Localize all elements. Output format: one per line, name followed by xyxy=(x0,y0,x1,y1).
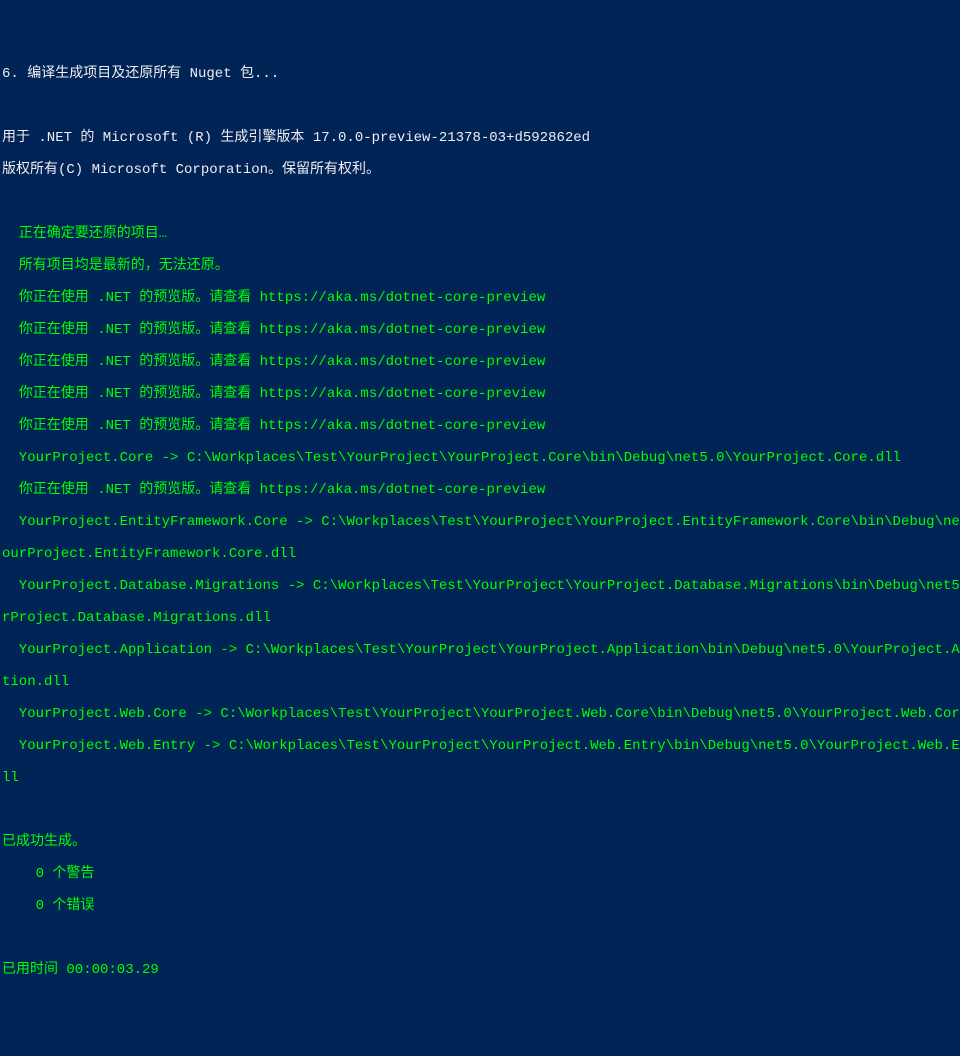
build-output-webentry-wrap: ll xyxy=(2,770,958,786)
build-errors-count: 0 个错误 xyxy=(2,898,958,914)
step-header: 6. 编译生成项目及还原所有 Nuget 包... xyxy=(2,66,958,82)
preview-warning: 你正在使用 .NET 的预览版。请查看 https://aka.ms/dotne… xyxy=(2,354,958,370)
build-output-core: YourProject.Core -> C:\Workplaces\Test\Y… xyxy=(2,450,958,466)
blank-line xyxy=(2,930,958,946)
elapsed-time: 已用时间 00:00:03.29 xyxy=(2,962,958,978)
preview-warning: 你正在使用 .NET 的预览版。请查看 https://aka.ms/dotne… xyxy=(2,386,958,402)
copyright-line: 版权所有(C) Microsoft Corporation。保留所有权利。 xyxy=(2,162,958,178)
build-warnings-count: 0 个警告 xyxy=(2,866,958,882)
blank-line xyxy=(2,994,958,1010)
build-engine-line: 用于 .NET 的 Microsoft (R) 生成引擎版本 17.0.0-pr… xyxy=(2,130,958,146)
preview-warning: 你正在使用 .NET 的预览版。请查看 https://aka.ms/dotne… xyxy=(2,322,958,338)
preview-warning: 你正在使用 .NET 的预览版。请查看 https://aka.ms/dotne… xyxy=(2,482,958,498)
build-output-dbmig: YourProject.Database.Migrations -> C:\Wo… xyxy=(2,578,958,594)
build-output-application: YourProject.Application -> C:\Workplaces… xyxy=(2,642,958,658)
build-output-application-wrap: tion.dll xyxy=(2,674,958,690)
build-output-webcore: YourProject.Web.Core -> C:\Workplaces\Te… xyxy=(2,706,958,722)
build-output-webentry: YourProject.Web.Entry -> C:\Workplaces\T… xyxy=(2,738,958,754)
build-output-dbmig-wrap: rProject.Database.Migrations.dll xyxy=(2,610,958,626)
restore-uptodate: 所有项目均是最新的，无法还原。 xyxy=(2,258,958,274)
build-output-efcore-wrap: ourProject.EntityFramework.Core.dll xyxy=(2,546,958,562)
preview-warning: 你正在使用 .NET 的预览版。请查看 https://aka.ms/dotne… xyxy=(2,290,958,306)
preview-warning: 你正在使用 .NET 的预览版。请查看 https://aka.ms/dotne… xyxy=(2,418,958,434)
blank-line xyxy=(2,802,958,818)
blank-line xyxy=(2,194,958,210)
build-success: 已成功生成。 xyxy=(2,834,958,850)
restore-determining: 正在确定要还原的项目… xyxy=(2,226,958,242)
blank-line xyxy=(2,98,958,114)
blank-line xyxy=(2,1026,958,1042)
